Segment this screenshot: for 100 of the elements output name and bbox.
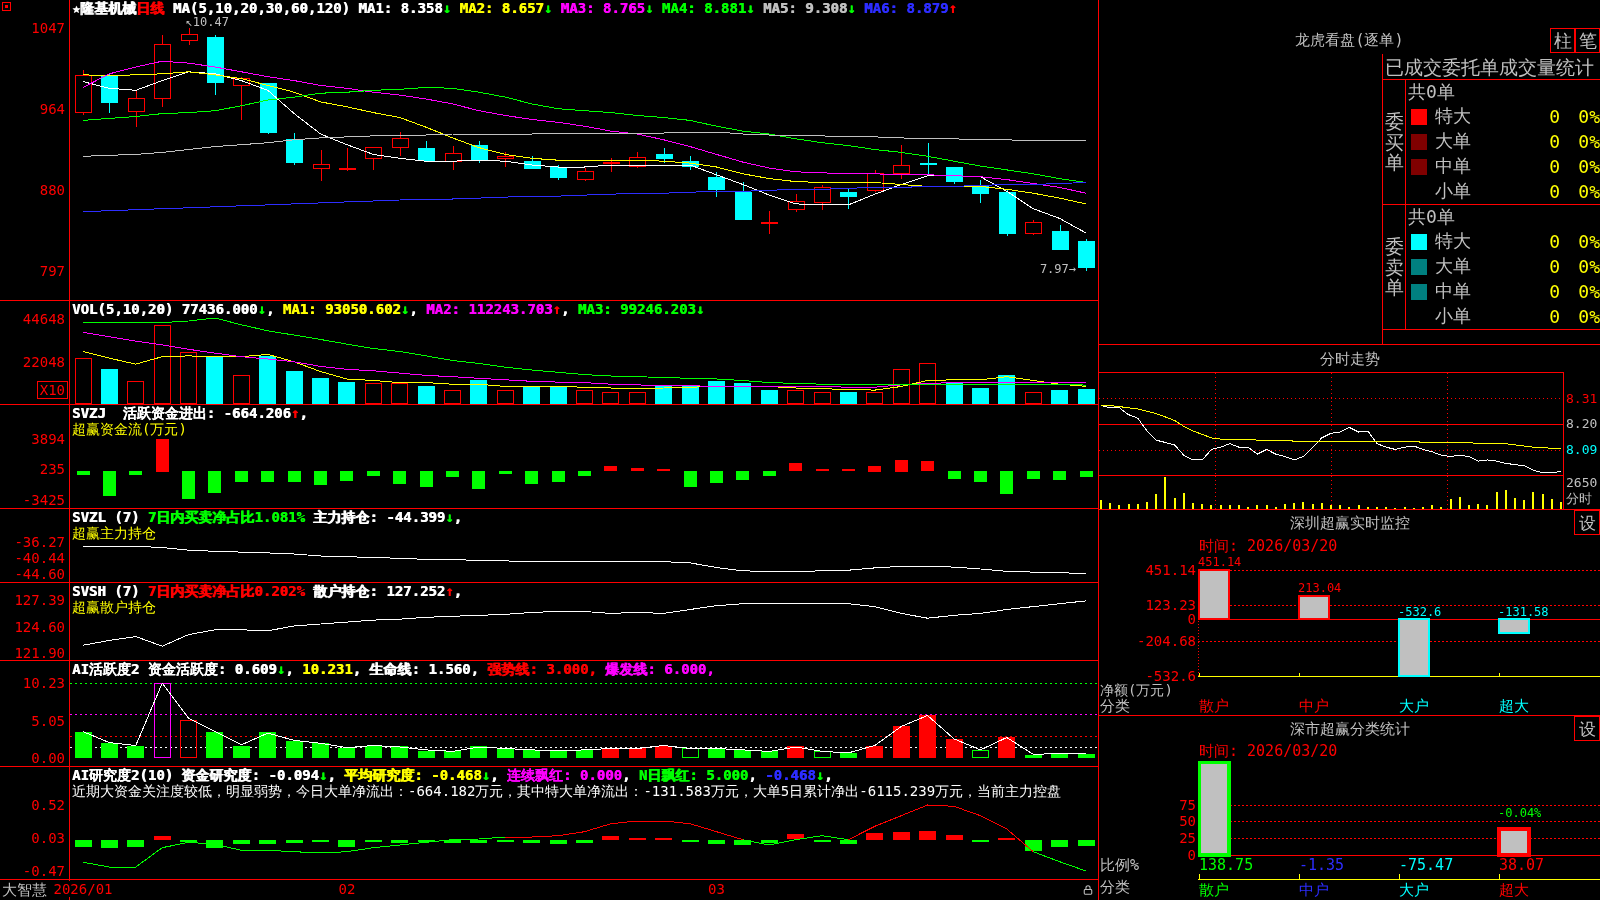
candle <box>101 73 118 114</box>
axis-title: 分时 <box>1566 491 1592 506</box>
view-toggle-button[interactable]: 笔 <box>1575 28 1600 53</box>
axis-label: -0.47 <box>22 864 65 878</box>
order-total: 共0单 <box>1408 82 1455 103</box>
view-toggle-button[interactable]: 柱 <box>1550 28 1575 53</box>
value-label: 451.14 <box>1198 556 1242 568</box>
order-size-label: 特大 <box>1435 105 1471 127</box>
axis-label: 0.52 <box>31 798 65 812</box>
indicator-subtitle: 超赢散户持仓 <box>72 599 156 615</box>
value-label: -532.6 <box>1398 605 1442 618</box>
candle <box>814 184 831 211</box>
candle <box>418 140 435 162</box>
settings-button[interactable]: 设 <box>1574 716 1600 741</box>
axis-label: 3894 <box>31 432 65 446</box>
axis-label: 22048 <box>22 354 65 369</box>
candle <box>75 69 92 116</box>
indicator-subtitle: 超赢资金流(万元) <box>72 421 187 437</box>
app-brand: 大智慧 <box>2 881 47 899</box>
order-count: 0 <box>1549 281 1560 302</box>
candle <box>840 188 857 210</box>
axis-label: 1047 <box>31 21 65 36</box>
axis-label: -204.68 <box>1137 633 1196 648</box>
candle <box>603 157 620 173</box>
axis-label: 8.20 <box>1566 417 1598 431</box>
candle <box>656 147 673 164</box>
candle <box>682 155 699 171</box>
category-label: 散户 <box>1199 697 1229 715</box>
candle <box>735 181 752 221</box>
axis-label: 44648 <box>22 311 65 326</box>
order-count: 0 <box>1549 232 1560 253</box>
timestamp: 时间: 2026/03/20 <box>1199 537 1338 555</box>
axis-label: -3425 <box>22 493 65 507</box>
value-label: 213.04 <box>1298 581 1342 594</box>
group-label: 委买单 <box>1384 110 1404 174</box>
axis-label: 8.09 <box>1566 442 1598 457</box>
order-percent: 0% <box>1578 107 1600 128</box>
order-size-label: 大单 <box>1435 255 1471 276</box>
category-label: 超大 <box>1499 697 1529 715</box>
candle <box>207 34 224 96</box>
candle <box>233 76 250 121</box>
candle <box>1078 238 1095 272</box>
order-percent: 0% <box>1578 132 1600 152</box>
candle <box>708 171 725 198</box>
order-count: 0 <box>1549 107 1560 128</box>
square-icon <box>2 2 11 11</box>
candle <box>313 150 330 182</box>
change-label: -0.04% <box>1498 807 1542 820</box>
order-count: 0 <box>1549 181 1560 202</box>
panel-title: 深圳超赢实时监控 <box>1289 514 1410 532</box>
indicator-subtitle: 超赢主力持仓 <box>72 525 156 541</box>
candle <box>999 189 1016 237</box>
value-label: -131.58 <box>1498 605 1549 618</box>
axis-label: -532.6 <box>1145 669 1196 683</box>
candle <box>1052 224 1069 251</box>
category-label: 中户 <box>1299 697 1329 715</box>
candle <box>920 142 937 175</box>
indicator-legend: AI活跃度2 资金活跃度: 0.609↓, 10.231, 生命线: 1.560, 强势线: 3.000, 爆发线: 6.000, <box>72 661 715 677</box>
candle <box>629 151 646 169</box>
axis-label: -44.60 <box>14 567 65 581</box>
candle <box>788 193 805 213</box>
order-percent: 0% <box>1578 281 1600 302</box>
candle <box>497 151 514 168</box>
axis-label: 451.14 <box>1145 563 1196 577</box>
candle <box>286 132 303 166</box>
indicator-legend: VOL(5,10,20) 77436.000↓, MA1: 93050.602↓, MA2: 112243.703↑, MA3: 99246.203↓ <box>72 301 705 317</box>
axis-label: 123.23 <box>1145 598 1196 613</box>
order-size-label: 中单 <box>1435 154 1471 176</box>
order-size-label: 大单 <box>1435 130 1471 151</box>
candle <box>365 146 382 171</box>
axis-label: 0.00 <box>31 751 65 765</box>
panel-title: 深市超赢分类统计 <box>1289 719 1410 738</box>
axis-label: 127.39 <box>14 592 65 607</box>
axis-title: 分类 <box>1100 697 1130 715</box>
scale-badge: X10 <box>36 381 68 399</box>
axis-label: -36.27 <box>14 535 65 549</box>
axis-label: 797 <box>39 263 65 278</box>
order-size-label: 小单 <box>1435 304 1471 326</box>
axis-label: 5.05 <box>31 713 65 728</box>
order-count: 0 <box>1549 257 1560 277</box>
value-label: -1.35 <box>1299 858 1345 873</box>
candle <box>761 210 778 235</box>
axis-label: 124.60 <box>14 619 65 634</box>
axis-label: 8.31 <box>1566 391 1598 406</box>
order-percent: 0% <box>1578 306 1600 327</box>
order-count: 0 <box>1549 132 1560 152</box>
order-size-label: 特大 <box>1435 230 1471 252</box>
analysis-text: 近期大资金关注度较低，明显弱势，今日大单净流出：-664.182万元，其中特大单净流出：-131.583万元，大单5日累计净出-6115.239万元，当前主力控盘 <box>72 783 1062 799</box>
candle <box>181 27 198 46</box>
settings-button[interactable]: 设 <box>1574 510 1600 535</box>
value-label: 38.07 <box>1499 858 1545 873</box>
category-label: 大户 <box>1399 697 1429 715</box>
order-percent: 0% <box>1578 181 1600 202</box>
panel-title: 分时走势 <box>1319 349 1380 368</box>
candle <box>972 179 989 204</box>
candle <box>577 167 594 182</box>
axis-label: 880 <box>39 183 65 198</box>
axis-title: 分类 <box>1100 879 1130 895</box>
date-label: 2026/01 <box>52 881 114 897</box>
order-count: 0 <box>1549 306 1560 327</box>
